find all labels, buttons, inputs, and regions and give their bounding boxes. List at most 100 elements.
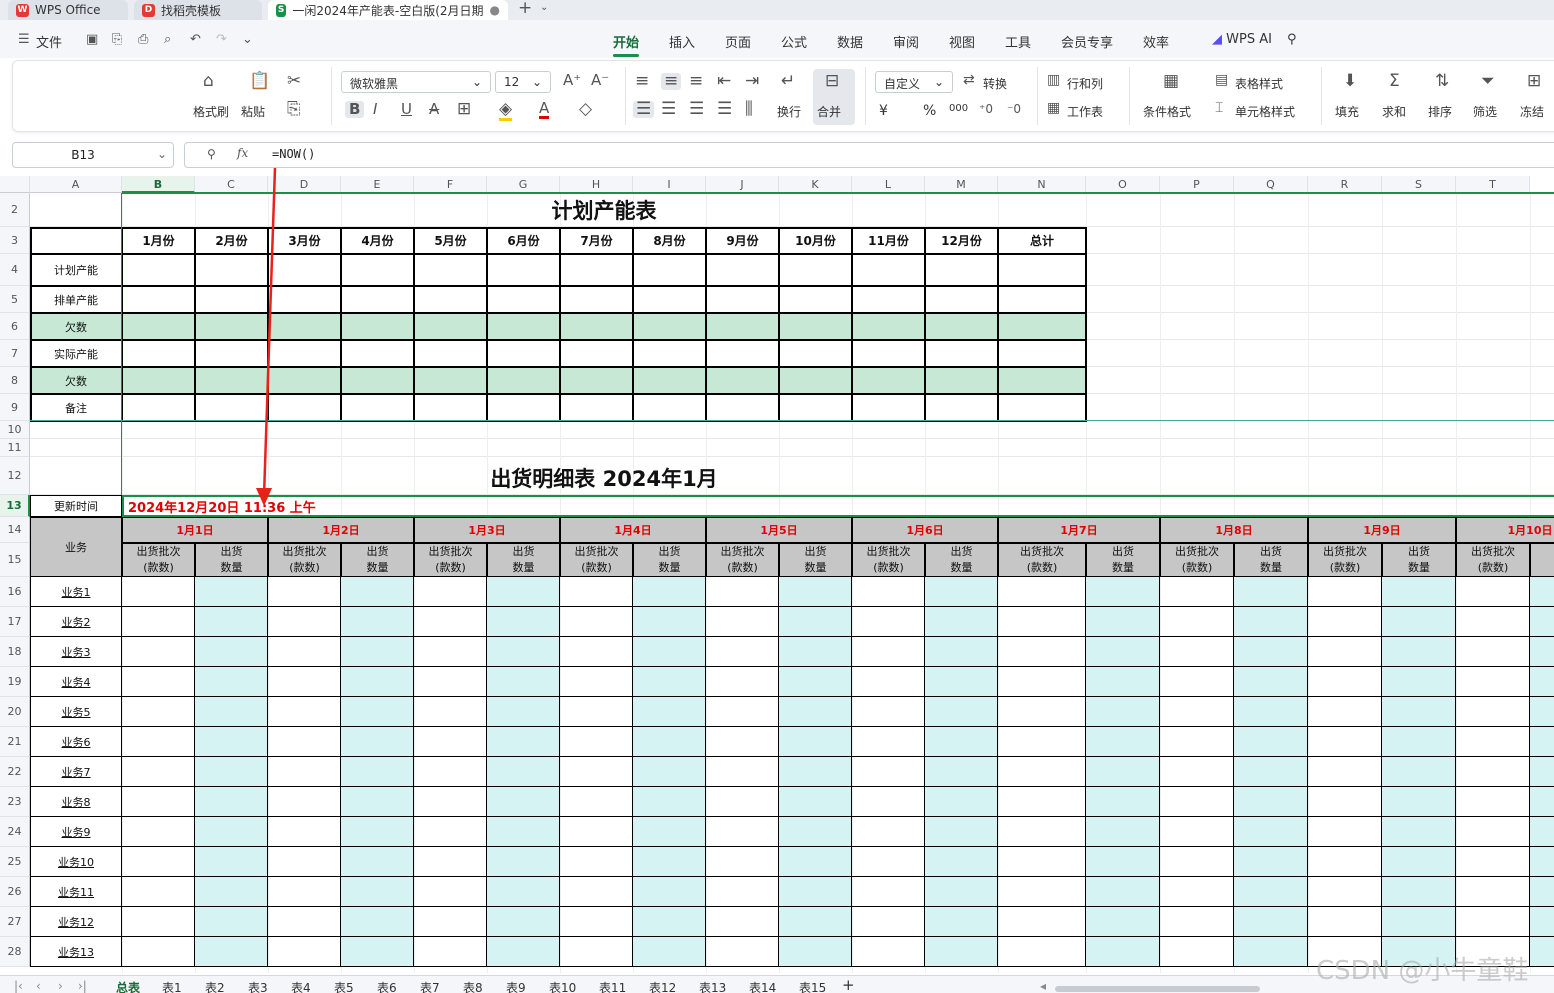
shipment-cell[interactable] (122, 607, 195, 637)
row-header-22[interactable]: 22 (0, 757, 30, 787)
shipment-cell[interactable] (1086, 757, 1160, 787)
menu-tab-home[interactable]: 开始 (613, 32, 640, 57)
shipment-cell[interactable] (122, 787, 195, 817)
sheet-tab[interactable]: 表7 (420, 979, 440, 993)
shipment-cell[interactable] (341, 817, 414, 847)
shipment-cell[interactable] (1530, 637, 1554, 667)
qty-subheader[interactable]: 出货数量 (1382, 543, 1456, 577)
business-name-link[interactable]: 业务11 (30, 877, 122, 907)
shipment-cell[interactable] (998, 757, 1086, 787)
shipment-cell[interactable] (1086, 877, 1160, 907)
menu-tab-formula[interactable]: 公式 (781, 32, 807, 51)
shipment-cell[interactable] (1160, 757, 1234, 787)
distributed-icon[interactable]: ⫼ (745, 101, 753, 118)
row-header-26[interactable]: 26 (0, 877, 30, 907)
shipment-cell[interactable] (1382, 907, 1456, 937)
business-name-link[interactable]: 业务6 (30, 727, 122, 757)
shipment-cell[interactable] (1382, 847, 1456, 877)
font-color-icon[interactable]: A (539, 101, 550, 119)
menu-tab-data[interactable]: 数据 (837, 32, 863, 51)
fill-color-icon[interactable]: ◈ (499, 101, 513, 121)
border-icon[interactable]: ⊞ (457, 101, 471, 118)
italic-icon[interactable]: I (373, 102, 377, 117)
wrap-text-icon[interactable]: ↵ (781, 73, 795, 90)
qty-subheader[interactable]: 出货数量 (925, 543, 998, 577)
shipment-cell[interactable] (487, 847, 560, 877)
shipment-cell[interactable] (925, 697, 998, 727)
table-style-button[interactable]: 表格样式 (1235, 75, 1283, 92)
column-header-N[interactable]: N (998, 176, 1086, 193)
column-header-A[interactable]: A (30, 176, 122, 193)
shipment-cell[interactable] (487, 637, 560, 667)
row-header-9[interactable]: 9 (0, 394, 30, 421)
shipment-cell[interactable] (195, 787, 268, 817)
shipment-cell[interactable] (852, 757, 925, 787)
sheet-tab[interactable]: 表6 (377, 979, 397, 993)
shipment-cell[interactable] (341, 787, 414, 817)
shipment-cell[interactable] (414, 907, 487, 937)
cell-style-icon[interactable]: ⌶ (1215, 101, 1223, 115)
shipment-cell[interactable] (122, 637, 195, 667)
shipment-cell[interactable] (487, 697, 560, 727)
shipment-cell[interactable] (560, 817, 633, 847)
shipment-cell[interactable] (998, 937, 1086, 967)
batch-subheader[interactable]: 出货批次 (款数) (1456, 543, 1530, 577)
menu-tab-member[interactable]: 会员专享 (1061, 32, 1113, 51)
column-header-K[interactable]: K (779, 176, 852, 193)
shipment-cell[interactable] (1456, 907, 1530, 937)
shipment-date-header[interactable]: 1月4日 (560, 517, 706, 543)
shipment-cell[interactable] (268, 727, 341, 757)
shipment-cell[interactable] (852, 847, 925, 877)
shipment-cell[interactable] (122, 667, 195, 697)
shipment-cell[interactable] (633, 817, 706, 847)
batch-subheader[interactable]: 出货批次 (款数) (268, 543, 341, 577)
freeze-button[interactable]: 冻结 (1520, 103, 1544, 120)
sheet-tab[interactable]: 表11 (599, 979, 626, 993)
scroll-left-icon[interactable]: ◂ (1040, 979, 1046, 993)
shipment-cell[interactable] (1160, 787, 1234, 817)
shipment-cell[interactable] (1160, 877, 1234, 907)
shipment-cell[interactable] (341, 937, 414, 967)
shipment-cell[interactable] (852, 937, 925, 967)
shipment-cell[interactable] (1234, 607, 1308, 637)
shipment-cell[interactable] (1086, 607, 1160, 637)
bold-icon[interactable]: B (345, 101, 365, 118)
currency-button[interactable]: ¥ (879, 103, 888, 119)
shipment-cell[interactable] (633, 697, 706, 727)
sheet-tab[interactable]: 表15 (799, 979, 826, 993)
shipment-cell[interactable] (998, 787, 1086, 817)
shipment-cell[interactable] (1308, 847, 1382, 877)
menu-tab-view[interactable]: 视图 (949, 32, 975, 51)
shipment-cell[interactable] (1456, 877, 1530, 907)
shipment-cell[interactable] (1456, 847, 1530, 877)
row-col-icon[interactable]: ▥ (1047, 73, 1060, 87)
shipment-cell[interactable] (195, 697, 268, 727)
shipment-cell[interactable] (341, 877, 414, 907)
column-header-T[interactable]: T (1456, 176, 1530, 193)
shipment-cell[interactable] (560, 757, 633, 787)
shipment-cell[interactable] (268, 877, 341, 907)
row-col-button[interactable]: 行和列 (1067, 75, 1103, 92)
shipment-cell[interactable] (560, 787, 633, 817)
shipment-cell[interactable] (998, 697, 1086, 727)
horizontal-scrollbar[interactable] (1055, 986, 1260, 992)
chevron-down-icon[interactable]: ⌄ (157, 147, 167, 161)
shipment-cell[interactable] (122, 817, 195, 847)
shipment-cell[interactable] (1382, 757, 1456, 787)
shipment-cell[interactable] (1530, 817, 1554, 847)
shipment-cell[interactable] (633, 877, 706, 907)
shipment-cell[interactable] (1308, 907, 1382, 937)
shipment-cell[interactable] (414, 697, 487, 727)
shipment-cell[interactable] (1382, 727, 1456, 757)
shipment-cell[interactable] (633, 637, 706, 667)
sheet-tab[interactable]: 表1 (162, 979, 182, 993)
shipment-cell[interactable] (925, 607, 998, 637)
shipment-cell[interactable] (1530, 697, 1554, 727)
shipment-cell[interactable] (1234, 787, 1308, 817)
shipment-cell[interactable] (1086, 667, 1160, 697)
shipment-cell[interactable] (1530, 847, 1554, 877)
shipment-cell[interactable] (1086, 937, 1160, 967)
shipment-cell[interactable] (1160, 817, 1234, 847)
shipment-cell[interactable] (925, 787, 998, 817)
shipment-cell[interactable] (1382, 877, 1456, 907)
